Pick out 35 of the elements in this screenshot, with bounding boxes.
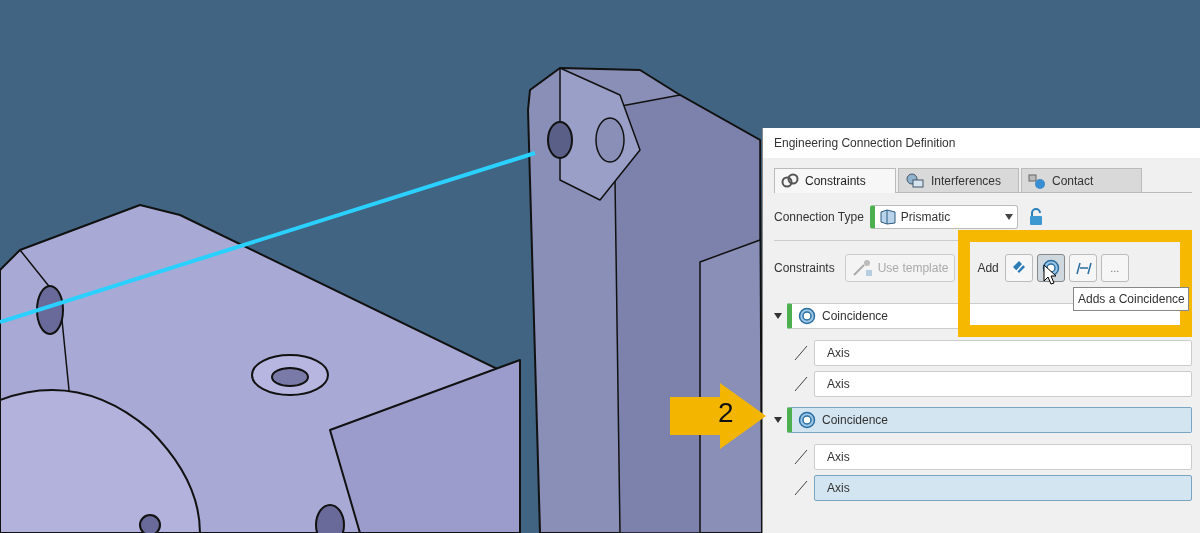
offset-button[interactable] <box>1068 254 1097 282</box>
expand-toggle[interactable] <box>774 313 782 319</box>
add-label: Add <box>977 260 999 277</box>
concentric-circles-icon <box>798 307 816 325</box>
unlock-icon[interactable] <box>1027 207 1044 226</box>
expand-toggle[interactable] <box>774 417 782 423</box>
cursor-icon <box>1043 264 1057 286</box>
caret-icon <box>1004 213 1013 220</box>
line-icon <box>794 479 808 496</box>
concentric-circles-icon <box>798 411 816 429</box>
wand-icon <box>851 259 874 277</box>
geometry-field[interactable]: Axis <box>814 339 1192 366</box>
tab[interactable]: Constraints <box>774 168 896 193</box>
step-number: 2 <box>718 396 734 430</box>
contact-button[interactable] <box>1004 254 1033 282</box>
line-icon <box>794 344 808 361</box>
dialog-title: Engineering Connection Definition <box>763 128 1200 158</box>
geometry-field[interactable]: Axis <box>814 443 1192 470</box>
blocks-icon <box>1028 172 1046 189</box>
prismatic-icon <box>878 208 897 225</box>
tab[interactable]: Contact <box>1021 168 1142 192</box>
connection-type-dropdown[interactable]: Prismatic <box>869 204 1018 229</box>
more-button[interactable]: ... <box>1100 254 1129 282</box>
connection-type-label: Connection Type <box>774 208 864 226</box>
tooltip: Adds a Coincidence <box>1073 287 1189 311</box>
constraints-label: Constraints <box>774 260 835 277</box>
line-icon <box>794 375 808 392</box>
parts-icon <box>905 172 925 189</box>
geometry-field[interactable]: Axis <box>814 474 1192 501</box>
constraint-item[interactable]: Coincidence <box>787 407 1192 433</box>
rings-icon <box>781 173 799 189</box>
arrow-icon <box>670 383 766 449</box>
tab[interactable]: Interferences <box>898 168 1019 192</box>
geometry-field[interactable]: Axis <box>814 370 1192 397</box>
line-icon <box>794 448 808 465</box>
